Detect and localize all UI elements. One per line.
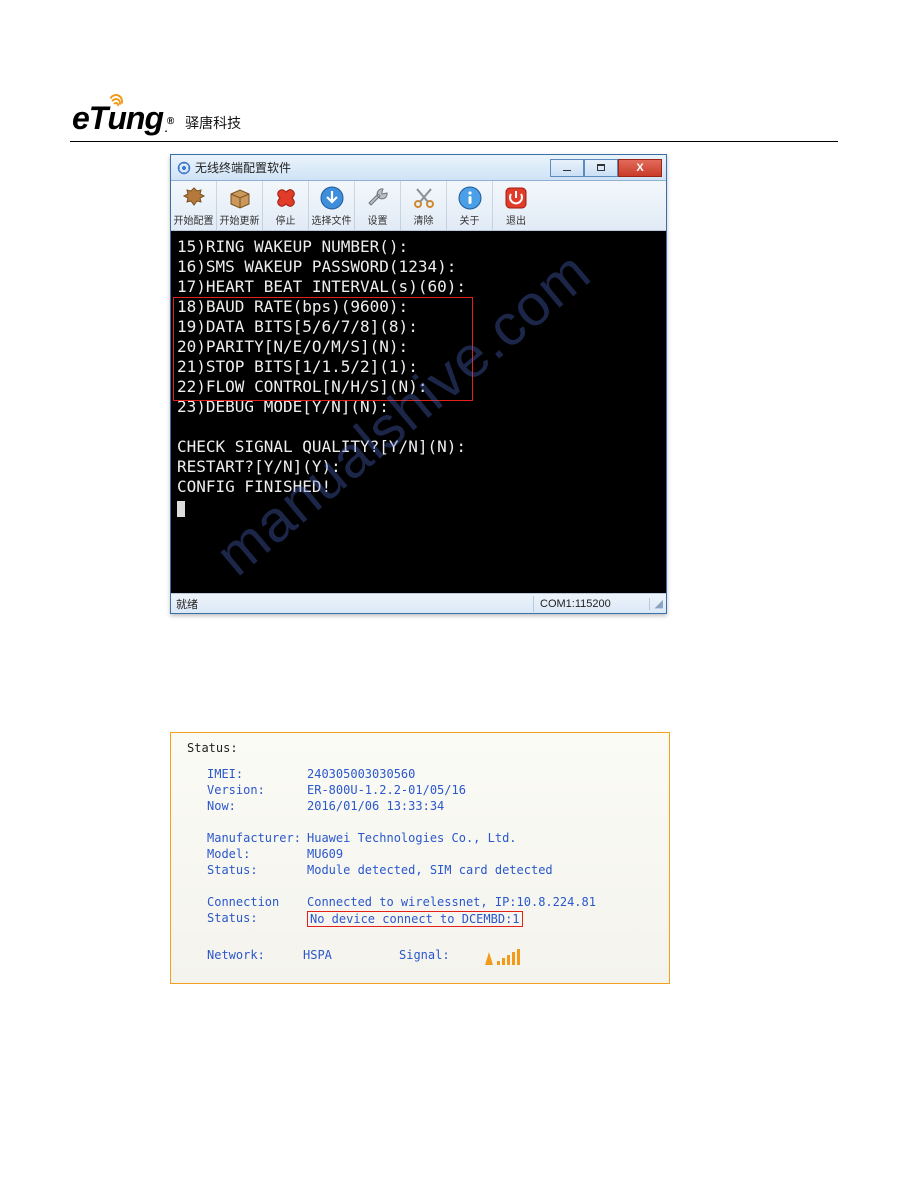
package-icon — [226, 184, 254, 212]
power-icon — [502, 184, 530, 212]
model-label: Model: — [207, 847, 307, 861]
toolbar-label: 开始配置 — [174, 212, 214, 227]
console-line: 18)BAUD RATE(bps)(9600): — [177, 297, 408, 316]
header-divider — [70, 141, 838, 142]
scissors-icon — [410, 184, 438, 212]
console-line: 20)PARITY[N/E/O/M/S](N): — [177, 337, 408, 356]
version-value: ER-800U-1.2.2-01/05/16 — [307, 783, 466, 797]
close-button[interactable]: X — [618, 159, 662, 177]
status-left: 就绪 — [171, 596, 534, 612]
console-output[interactable]: 15)RING WAKEUP NUMBER(): 16)SMS WAKEUP P… — [171, 231, 666, 593]
clear-button[interactable]: 清除 — [401, 181, 447, 230]
imei-label: IMEI: — [207, 767, 307, 781]
connection-value: Connected to wirelessnet, IP:10.8.224.81 — [307, 895, 596, 909]
start-update-button[interactable]: 开始更新 — [217, 181, 263, 230]
status-heading: Status: — [187, 741, 659, 755]
conn-status-label: Status: — [207, 911, 307, 927]
network-value: HSPA — [303, 948, 393, 962]
toolbar-label: 清除 — [414, 212, 434, 227]
console-line: 16)SMS WAKEUP PASSWORD(1234): — [177, 257, 456, 276]
module-status-value: Module detected, SIM card detected — [307, 863, 553, 877]
now-value: 2016/01/06 13:33:34 — [307, 799, 444, 813]
toolbar-label: 选择文件 — [312, 212, 352, 227]
app-window: 无线终端配置软件 X 开始配置 开始更新 停止 选 — [170, 154, 667, 614]
console-line: 17)HEART BEAT INTERVAL(s)(60): — [177, 277, 466, 296]
console-line: 19)DATA BITS[5/6/7/8](8): — [177, 317, 418, 336]
signal-label: Signal: — [399, 948, 479, 962]
imei-value: 240305003030560 — [307, 767, 415, 781]
toolbar-label: 停止 — [276, 212, 296, 227]
info-icon — [456, 184, 484, 212]
toolbar-label: 退出 — [506, 212, 526, 227]
resize-grip-icon[interactable]: ◢ — [650, 597, 666, 610]
status-right: COM1:115200 — [534, 598, 650, 610]
maximize-button[interactable] — [584, 159, 618, 177]
console-line: RESTART?[Y/N](Y): — [177, 457, 341, 476]
titlebar[interactable]: 无线终端配置软件 X — [171, 155, 666, 181]
console-line: 21)STOP BITS[1/1.5/2](1): — [177, 357, 418, 376]
version-label: Version: — [207, 783, 307, 797]
stop-button[interactable]: 停止 — [263, 181, 309, 230]
console-line: CONFIG FINISHED! — [177, 477, 331, 496]
window-controls: X — [550, 159, 662, 177]
console-line: 15)RING WAKEUP NUMBER(): — [177, 237, 408, 256]
settings-button[interactable]: 设置 — [355, 181, 401, 230]
console-line: 23)DEBUG MODE[Y/N](N): — [177, 397, 389, 416]
company-name: 驿唐科技 — [185, 113, 241, 137]
toolbar-label: 开始更新 — [220, 212, 260, 227]
minimize-button[interactable] — [550, 159, 584, 177]
connection-label: Connection — [207, 895, 307, 909]
statusbar: 就绪 COM1:115200 ◢ — [171, 593, 666, 613]
start-config-button[interactable]: 开始配置 — [171, 181, 217, 230]
toolbar-label: 设置 — [368, 212, 388, 227]
module-status-label: Status: — [207, 863, 307, 877]
status-panel: Status: IMEI:240305003030560 Version:ER-… — [170, 732, 670, 984]
toolbar-label: 关于 — [460, 212, 480, 227]
conn-status-value: No device connect to DCEMBD:1 — [307, 911, 523, 927]
console-line: 22)FLOW CONTROL[N/H/S](N): — [177, 377, 427, 396]
gear-fancy-icon — [180, 184, 208, 212]
wrench-icon — [364, 184, 392, 212]
manufacturer-value: Huawei Technologies Co., Ltd. — [307, 831, 517, 845]
signal-icon — [485, 945, 529, 965]
app-icon — [177, 161, 191, 175]
etung-logo: eTung.® — [72, 100, 171, 137]
download-icon — [318, 184, 346, 212]
window-title: 无线终端配置软件 — [195, 159, 291, 176]
x-icon — [272, 184, 300, 212]
model-value: MU609 — [307, 847, 343, 861]
choose-file-button[interactable]: 选择文件 — [309, 181, 355, 230]
cursor-icon — [177, 501, 185, 517]
now-label: Now: — [207, 799, 307, 813]
console-line: CHECK SIGNAL QUALITY?[Y/N](N): — [177, 437, 466, 456]
about-button[interactable]: 关于 — [447, 181, 493, 230]
exit-button[interactable]: 退出 — [493, 181, 539, 230]
doc-header: eTung.® 驿唐科技 — [70, 100, 848, 137]
toolbar: 开始配置 开始更新 停止 选择文件 设置 清除 — [171, 181, 666, 231]
manufacturer-label: Manufacturer: — [207, 831, 307, 845]
network-label: Network: — [207, 948, 297, 962]
